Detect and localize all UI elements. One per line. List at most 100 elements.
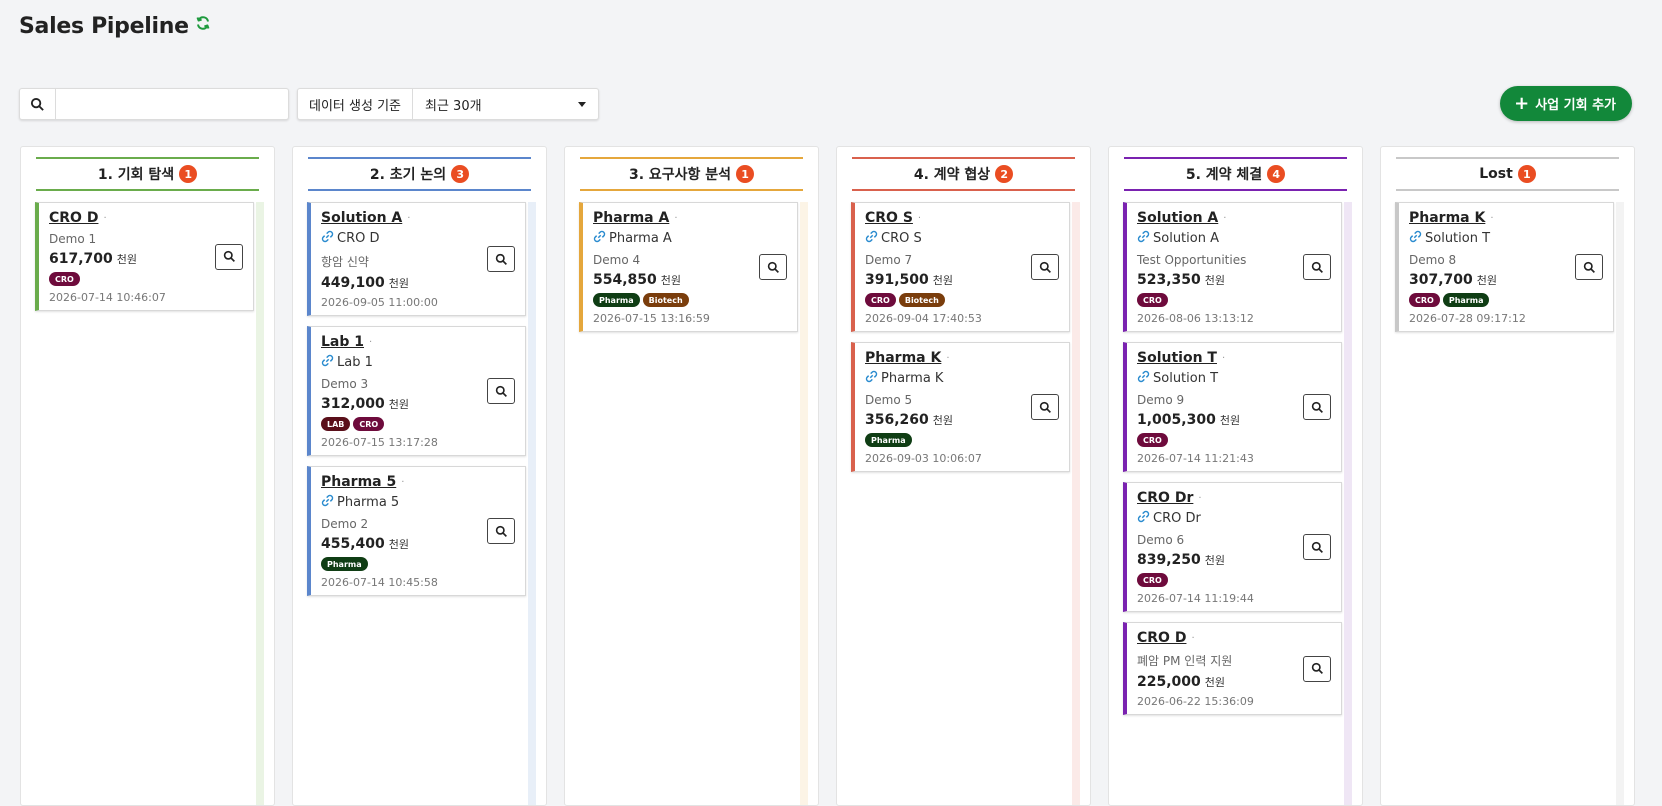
card-description: 항암 신약 (321, 255, 369, 269)
tag-badge: CRO (1409, 293, 1440, 307)
card-detail-button[interactable] (1303, 655, 1331, 682)
card-company[interactable]: Solution T (1409, 230, 1603, 247)
card-title-link[interactable]: CRO Dr (1137, 490, 1193, 506)
pipeline-board: 1. 기회 탐색 1 CRO D · Demo 1 617,700 천원 CRO 2026-07… (20, 146, 1635, 806)
card-amount: 225,000 천원 (1137, 674, 1331, 690)
card-title-link[interactable]: Pharma 5 (321, 474, 396, 490)
opportunity-card[interactable]: CRO D · 폐암 PM 인력 지원 225,000 천원 2026-06-22 15:… (1123, 622, 1342, 715)
opportunity-card[interactable]: Pharma K · Pharma K Demo 5 356,260 천원 Pharma 20… (851, 342, 1070, 472)
link-icon (865, 230, 881, 247)
amount-unit: 천원 (1204, 274, 1226, 287)
card-title-link[interactable]: Pharma K (1409, 210, 1485, 226)
card-company[interactable]: Pharma K (865, 370, 1059, 387)
column-title: 4. 계약 협상 (913, 167, 991, 183)
card-title-link[interactable]: CRO D (49, 210, 98, 226)
opportunity-card[interactable]: Lab 1 · Lab 1 Demo 3 312,000 천원 LAB CRO 2026-07-… (307, 326, 526, 456)
card-title-link[interactable]: Solution A (1137, 210, 1218, 226)
card-detail-button[interactable] (215, 243, 243, 270)
tag-badge: CRO (1137, 293, 1168, 307)
card-tags: Pharma Biotech (593, 293, 787, 307)
amount-value: 617,700 (49, 251, 113, 267)
card-dot: · (1221, 352, 1226, 364)
card-company[interactable]: CRO S (865, 230, 1059, 247)
card-company[interactable]: Pharma A (593, 230, 787, 247)
column-body: Pharma A · Pharma A Demo 4 554,850 천원 Pharma Bi… (579, 202, 808, 805)
card-company[interactable]: Solution T (1137, 370, 1331, 387)
card-date: 2026-06-22 15:36:09 (1137, 695, 1254, 708)
opportunity-card[interactable]: CRO D · Demo 1 617,700 천원 CRO 2026-07-14 10:46… (35, 202, 254, 311)
card-company[interactable]: CRO D (321, 230, 515, 247)
card-title-link[interactable]: Solution T (1137, 350, 1217, 366)
page-header: Sales Pipeline (19, 14, 211, 39)
card-detail-button[interactable] (1303, 534, 1331, 560)
column-scrollbar[interactable] (528, 202, 536, 805)
amount-value: 225,000 (1137, 674, 1201, 690)
opportunity-card[interactable]: Solution A · Solution A Test Opportunities 5… (1123, 202, 1342, 332)
amount-value: 356,260 (865, 412, 929, 428)
card-title-link[interactable]: Pharma K (865, 350, 941, 366)
search-input[interactable] (56, 89, 288, 119)
card-list: Solution A · Solution A Test Opportunities 5… (1123, 202, 1342, 715)
card-detail-button[interactable] (1303, 394, 1331, 420)
amount-value: 839,250 (1137, 552, 1201, 568)
toolbar: 데이터 생성 기준 최근 30개 (19, 88, 599, 120)
card-list: CRO D · Demo 1 617,700 천원 CRO 2026-07-14 10:46… (35, 202, 254, 311)
column-title: 1. 기회 탐색 (97, 167, 175, 183)
card-detail-button[interactable] (487, 246, 515, 272)
link-icon (593, 230, 609, 247)
column-scrollbar[interactable] (1344, 202, 1352, 805)
card-description: Demo 1 (49, 232, 97, 246)
tag-badge: Pharma (1442, 293, 1490, 307)
card-date: 2026-07-14 10:45:58 (321, 576, 438, 589)
card-date: 2026-09-04 17:40:53 (865, 312, 982, 325)
link-icon (321, 494, 337, 511)
card-title-link[interactable]: Pharma A (593, 210, 669, 226)
opportunity-card[interactable]: Pharma 5 · Pharma 5 Demo 2 455,400 천원 Pharma 20… (307, 466, 526, 596)
card-title-link[interactable]: Lab 1 (321, 334, 364, 350)
refresh-icon[interactable] (195, 15, 211, 31)
opportunity-card[interactable]: CRO S · CRO S Demo 7 391,500 천원 CRO Biotech 2026… (851, 202, 1070, 332)
magnifier-icon (1583, 261, 1596, 274)
opportunity-card[interactable]: Pharma A · Pharma A Demo 4 554,850 천원 Pharma Bi… (579, 202, 798, 332)
card-company[interactable]: Lab 1 (321, 354, 515, 371)
card-tags: Pharma (865, 433, 1059, 447)
card-list: Pharma A · Pharma A Demo 4 554,850 천원 Pharma Bi… (579, 202, 798, 332)
search-box (19, 88, 289, 120)
card-detail-button[interactable] (759, 254, 787, 280)
card-company[interactable]: CRO Dr (1137, 510, 1331, 527)
card-company[interactable]: Pharma 5 (321, 494, 515, 511)
link-icon (321, 230, 337, 247)
card-title-link[interactable]: CRO S (865, 210, 913, 226)
column-count-badge: 1 (179, 165, 198, 183)
card-title-link[interactable]: Solution A (321, 210, 402, 226)
opportunity-card[interactable]: CRO Dr · CRO Dr Demo 6 839,250 천원 CRO 2026-07-1… (1123, 482, 1342, 612)
card-description: Demo 8 (1409, 253, 1457, 267)
card-detail-button[interactable] (1031, 254, 1059, 280)
card-detail-button[interactable] (1031, 394, 1059, 420)
card-title-line: CRO Dr · (1137, 490, 1331, 506)
column-scrollbar[interactable] (800, 202, 808, 805)
link-icon (1409, 230, 1425, 247)
opportunity-card[interactable]: Solution T · Solution T Demo 9 1,005,300 천원 CR… (1123, 342, 1342, 472)
card-detail-button[interactable] (1303, 254, 1331, 280)
add-opportunity-button[interactable]: + 사업 기회 추가 (1500, 86, 1632, 121)
card-detail-button[interactable] (487, 518, 515, 544)
magnifier-icon (223, 250, 236, 263)
card-company-name: Solution A (1153, 231, 1219, 246)
card-company-name: Pharma K (881, 371, 944, 386)
card-list: CRO S · CRO S Demo 7 391,500 천원 CRO Biotech 2026… (851, 202, 1070, 472)
column-scrollbar[interactable] (1616, 202, 1624, 805)
card-title-line: CRO S · (865, 210, 1059, 226)
card-detail-button[interactable] (487, 378, 515, 404)
column-scrollbar[interactable] (256, 202, 264, 805)
search-icon[interactable] (20, 89, 56, 119)
column-count-badge: 2 (995, 165, 1014, 183)
opportunity-card[interactable]: Pharma K · Solution T Demo 8 307,700 천원 CRO Pha… (1395, 202, 1614, 332)
opportunity-card[interactable]: Solution A · CRO D 항암 신약 449,100 천원 2026-09-05… (307, 202, 526, 316)
card-detail-button[interactable] (1575, 254, 1603, 280)
filter-select[interactable]: 최근 30개 (413, 89, 598, 119)
column-scrollbar[interactable] (1072, 202, 1080, 805)
card-title-line: Pharma A · (593, 210, 787, 226)
card-company[interactable]: Solution A (1137, 230, 1331, 247)
card-title-link[interactable]: CRO D (1137, 630, 1186, 646)
